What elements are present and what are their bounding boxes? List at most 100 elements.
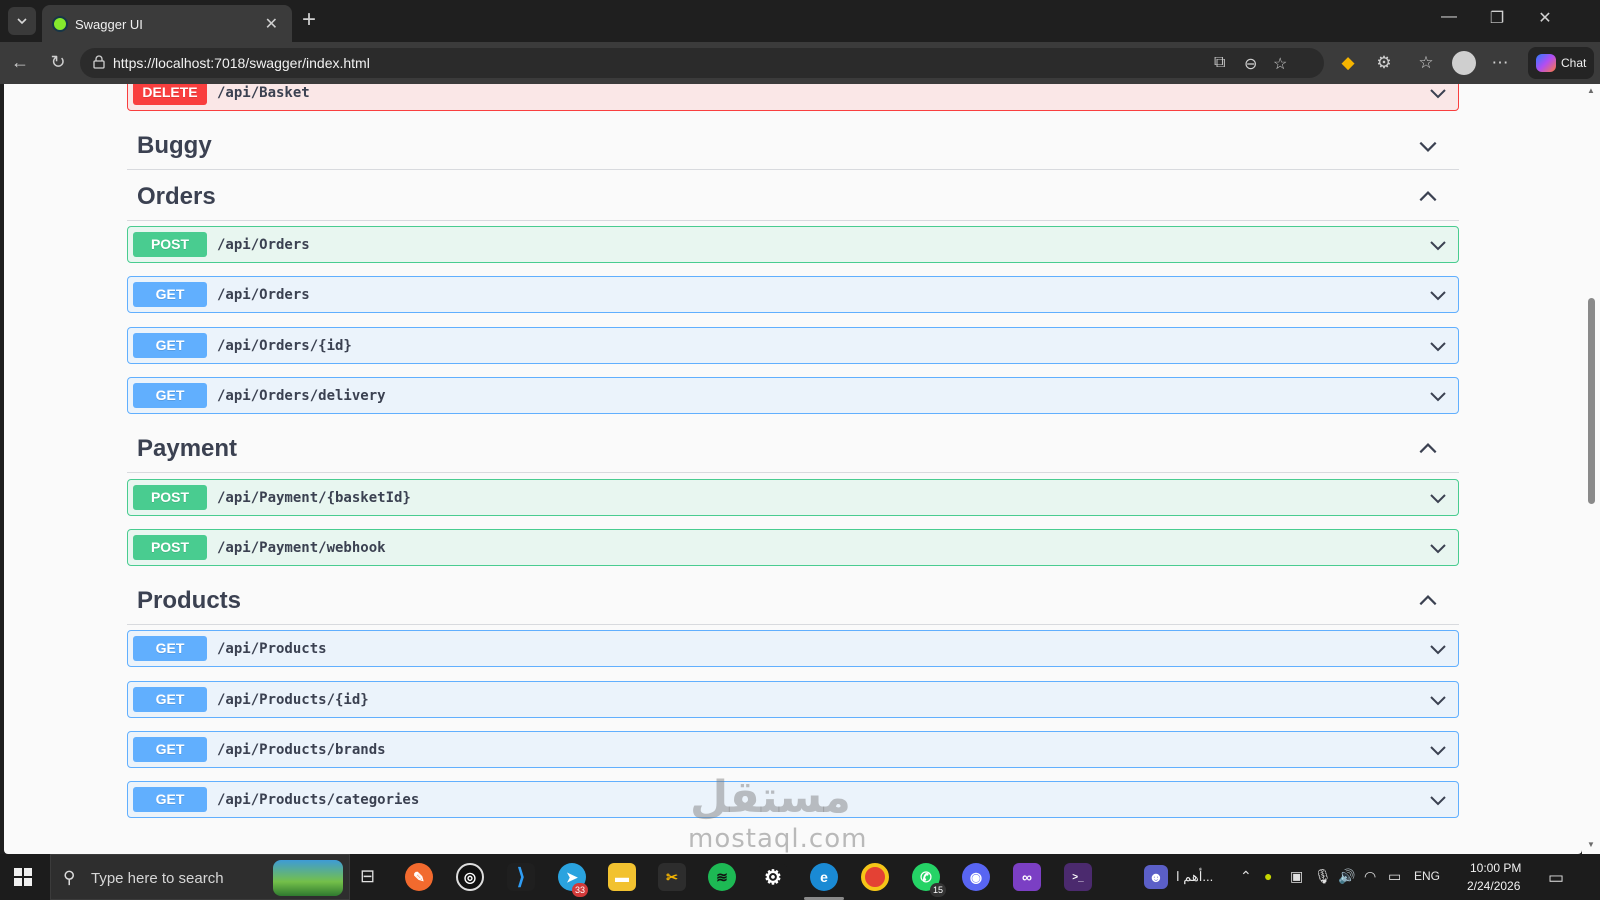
method-badge: GET bbox=[133, 333, 207, 358]
volume-icon[interactable]: 🔊 bbox=[1338, 868, 1355, 885]
app-podcast-icon[interactable]: ◎ bbox=[456, 863, 484, 891]
refresh-icon[interactable]: ↻ bbox=[46, 52, 70, 73]
chevron-down-icon[interactable] bbox=[1428, 386, 1448, 406]
taskbar-search-box[interactable]: ⚲ Type here to search bbox=[50, 854, 350, 900]
opblock-get-api-products[interactable]: GET /api/Products bbox=[127, 630, 1459, 667]
clock-date[interactable]: 2/24/2026 bbox=[1467, 879, 1520, 893]
new-tab-plus-icon[interactable]: + bbox=[302, 8, 316, 32]
file-explorer-icon[interactable]: ▬ bbox=[608, 863, 636, 891]
browser-tab-swagger[interactable]: Swagger UI ✕ bbox=[42, 5, 292, 42]
scroll-down-arrow-icon[interactable]: ▼ bbox=[1586, 840, 1596, 849]
endpoint-path: /api/Products/categories bbox=[217, 792, 420, 808]
close-window-icon[interactable]: ✕ bbox=[1530, 8, 1560, 28]
scroll-up-arrow-icon[interactable]: ▲ bbox=[1586, 86, 1596, 95]
language-indicator[interactable]: ENG bbox=[1414, 869, 1440, 883]
tag-section-payment[interactable]: Payment bbox=[127, 423, 1459, 473]
chevron-down-icon[interactable] bbox=[1428, 538, 1448, 558]
chevron-down-icon[interactable] bbox=[1428, 740, 1448, 760]
browser-toolbar: ← ↻ https://localhost:7018/swagger/index… bbox=[0, 42, 1600, 84]
edge-browser-icon[interactable]: e bbox=[810, 863, 838, 891]
news-widget-text[interactable]: أهم ا... bbox=[1176, 869, 1213, 885]
teams-news-icon[interactable]: ☻ bbox=[1144, 865, 1168, 889]
minimize-window-icon[interactable]: — bbox=[1434, 8, 1464, 26]
battery-icon[interactable]: ▭ bbox=[1388, 868, 1401, 885]
url-text: https://localhost:7018/swagger/index.htm… bbox=[113, 55, 370, 71]
clock-time[interactable]: 10:00 PM bbox=[1470, 861, 1521, 875]
tab-list-button[interactable] bbox=[8, 7, 36, 35]
extensions-puzzle-icon[interactable]: ⚙ bbox=[1372, 53, 1396, 73]
tag-section-products[interactable]: Products bbox=[127, 575, 1459, 625]
task-view-icon[interactable]: ⊟ bbox=[360, 866, 375, 887]
tab-close-icon[interactable]: ✕ bbox=[265, 14, 278, 34]
show-hidden-icons-chevron-icon[interactable]: ⌃ bbox=[1240, 868, 1252, 885]
profile-avatar[interactable] bbox=[1452, 51, 1476, 75]
more-options-icon[interactable]: ⋯ bbox=[1488, 53, 1512, 73]
tag-section-buggy[interactable]: Buggy bbox=[127, 120, 1459, 170]
opblock-post-api-payment-webhook[interactable]: POST /api/Payment/webhook bbox=[127, 529, 1459, 566]
snipping-tool-icon[interactable]: ✂ bbox=[658, 863, 686, 891]
opblock-get-api-products-brands[interactable]: GET /api/Products/brands bbox=[127, 731, 1459, 768]
opblock-get-api-orders[interactable]: GET /api/Orders bbox=[127, 276, 1459, 313]
chevron-down-icon[interactable] bbox=[1428, 690, 1448, 710]
endpoint-path: /api/Payment/{basketId} bbox=[217, 490, 411, 506]
endpoint-path: /api/Orders/delivery bbox=[217, 388, 386, 404]
zoom-out-icon[interactable]: ⊖ bbox=[1244, 54, 1257, 74]
copilot-chat-button[interactable]: Chat bbox=[1528, 47, 1594, 79]
vscode-icon[interactable]: ⟩ bbox=[507, 863, 535, 891]
chevron-down-icon[interactable] bbox=[1428, 639, 1448, 659]
whatsapp-badge: 15 bbox=[930, 883, 946, 897]
endpoint-path: /api/Orders bbox=[217, 287, 310, 303]
microphone-icon[interactable]: 🎙 bbox=[1314, 868, 1332, 885]
opblock-get-api-orders-delivery[interactable]: GET /api/Orders/delivery bbox=[127, 377, 1459, 414]
chat-label: Chat bbox=[1561, 56, 1587, 70]
search-placeholder: Type here to search bbox=[91, 870, 224, 887]
visual-studio-icon[interactable]: ∞ bbox=[1013, 863, 1041, 891]
opblock-post-api-orders[interactable]: POST /api/Orders bbox=[127, 226, 1459, 263]
copilot-icon bbox=[1536, 54, 1556, 72]
method-badge: DELETE bbox=[133, 84, 207, 105]
app-orange-icon[interactable]: ✎ bbox=[405, 863, 433, 891]
chevron-up-icon[interactable] bbox=[1417, 186, 1439, 208]
wifi-icon[interactable]: ◠ bbox=[1364, 868, 1376, 885]
chevron-down-icon[interactable] bbox=[1417, 135, 1439, 157]
search-icon: ⚲ bbox=[63, 868, 76, 887]
tag-section-orders[interactable]: Orders bbox=[127, 171, 1459, 221]
extension-colorful-icon[interactable]: ◆ bbox=[1336, 53, 1360, 73]
opblock-get-api-orders-id[interactable]: GET /api/Orders/{id} bbox=[127, 327, 1459, 364]
opblock-post-api-payment-basketid[interactable]: POST /api/Payment/{basketId} bbox=[127, 479, 1459, 516]
translate-icon[interactable]: ⧉ bbox=[1214, 54, 1225, 72]
scrollbar-thumb[interactable] bbox=[1588, 298, 1595, 504]
notifications-icon[interactable]: ▭ bbox=[1548, 868, 1564, 888]
swagger-favicon-icon bbox=[52, 16, 68, 32]
back-arrow-icon[interactable]: ← bbox=[8, 52, 32, 73]
chevron-down-icon[interactable] bbox=[1428, 336, 1448, 356]
tag-title: Payment bbox=[137, 435, 238, 462]
address-bar[interactable]: https://localhost:7018/swagger/index.htm… bbox=[80, 48, 1324, 78]
tray-app-icon[interactable]: ● bbox=[1264, 868, 1272, 884]
terminal-icon[interactable]: >_ bbox=[1064, 863, 1092, 891]
endpoint-path: /api/Products bbox=[217, 641, 327, 657]
page-scrollbar[interactable]: ▲ ▼ bbox=[1582, 84, 1600, 854]
opblock-delete-api-basket[interactable]: DELETE /api/Basket bbox=[127, 84, 1459, 111]
settings-gear-icon[interactable]: ⚙ bbox=[759, 863, 787, 891]
chevron-down-icon[interactable] bbox=[1428, 84, 1448, 103]
tag-title: Products bbox=[137, 587, 242, 614]
opblock-get-api-products-id[interactable]: GET /api/Products/{id} bbox=[127, 681, 1459, 718]
favorites-icon[interactable]: ☆ bbox=[1414, 53, 1438, 73]
chevron-down-icon[interactable] bbox=[1428, 790, 1448, 810]
restore-window-icon[interactable]: ❐ bbox=[1482, 8, 1512, 28]
chrome-icon[interactable] bbox=[861, 863, 889, 891]
chevron-down-icon[interactable] bbox=[1428, 488, 1448, 508]
watermark-text: mostaql.com bbox=[688, 824, 868, 854]
tray-device-icon[interactable]: ▣ bbox=[1290, 868, 1303, 885]
telegram-badge: 33 bbox=[572, 883, 588, 897]
chevron-down-icon[interactable] bbox=[1428, 235, 1448, 255]
endpoint-path: /api/Orders bbox=[217, 237, 310, 253]
windows-start-icon[interactable] bbox=[14, 868, 32, 886]
spotify-icon[interactable]: ≋ bbox=[708, 863, 736, 891]
chevron-up-icon[interactable] bbox=[1417, 438, 1439, 460]
chevron-down-icon[interactable] bbox=[1428, 285, 1448, 305]
favorite-star-icon[interactable]: ☆ bbox=[1273, 54, 1287, 74]
chevron-up-icon[interactable] bbox=[1417, 590, 1439, 612]
discord-icon[interactable]: ◉ bbox=[962, 863, 990, 891]
